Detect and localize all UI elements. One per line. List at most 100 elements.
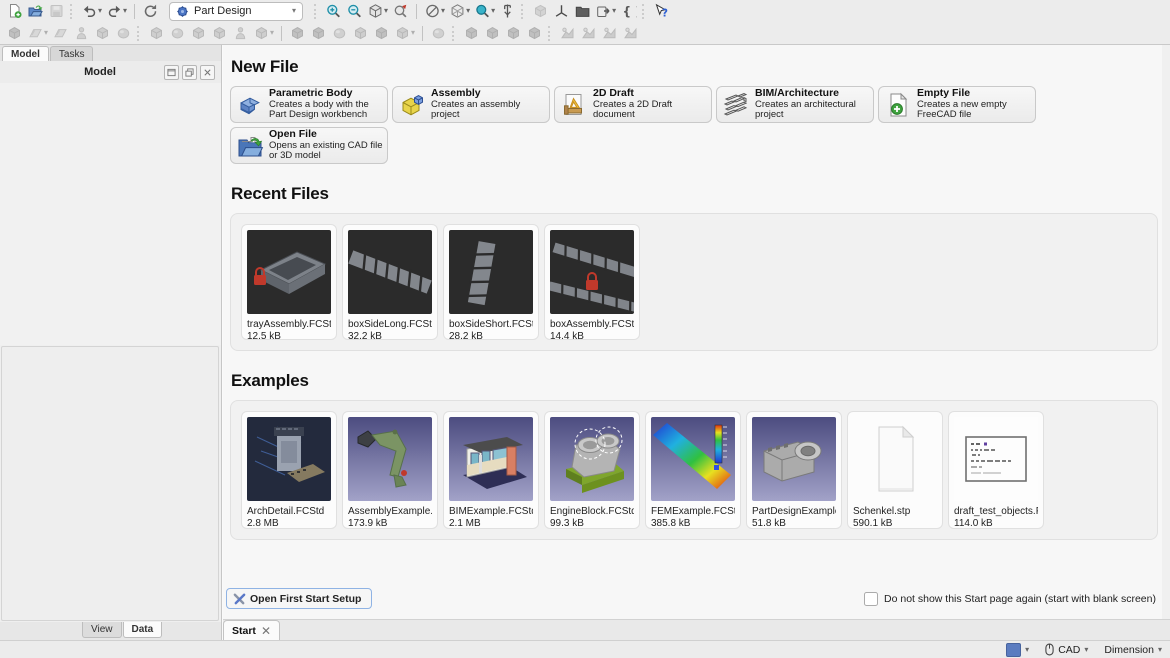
- example-card-assemblyexample[interactable]: AssemblyExample.F... 173.9 kB: [342, 411, 438, 529]
- boolean-icon: [525, 24, 544, 42]
- chamfer-icon: [462, 24, 481, 42]
- hole-icon: [309, 24, 328, 42]
- draft-icon: [483, 24, 502, 42]
- example-card-bimexample[interactable]: BIMExample.FCStd 2.1 MB: [443, 411, 539, 529]
- file-name: boxSideShort.FCStd: [449, 319, 533, 330]
- whats-this-icon[interactable]: ?: [652, 2, 671, 20]
- close-icon[interactable]: ✕: [261, 625, 271, 637]
- hide-start-page-checkbox[interactable]: Do not show this Start page again (start…: [864, 592, 1156, 606]
- new-file-card-description: Creates an assembly project: [431, 100, 545, 121]
- open-file-icon[interactable]: [26, 2, 45, 20]
- toolbar-separator: [416, 4, 417, 19]
- toolbar-separator: [452, 26, 458, 41]
- example-card-schenkel[interactable]: Schenkel.stp 590.1 kB: [847, 411, 943, 529]
- float-icon[interactable]: [182, 65, 197, 80]
- recent-files-section: trayAssembly.FCStd 12.5 kB boxSideLong.F…: [230, 213, 1158, 351]
- file-size: 51.8 kB: [752, 518, 836, 529]
- save-icon: [47, 2, 66, 20]
- toolbar-separator: [548, 26, 554, 41]
- color-scheme-selector[interactable]: ▾: [1006, 643, 1029, 657]
- linear-pattern-icon: [579, 24, 598, 42]
- multitransform-icon: [621, 24, 640, 42]
- export-icon[interactable]: ▾: [594, 2, 617, 20]
- checkbox-label: Do not show this Start page again (start…: [884, 593, 1156, 605]
- recent-file-card-trayassembly[interactable]: trayAssembly.FCStd 12.5 kB: [241, 224, 337, 340]
- file-thumbnail: [550, 230, 634, 314]
- file-name: draft_test_objects.F...: [954, 506, 1038, 517]
- recent-file-card-boxsidelong[interactable]: boxSideLong.FCStd 32.2 kB: [342, 224, 438, 340]
- new-file-card-open-file[interactable]: Open File Opens an existing CAD file or …: [230, 127, 388, 164]
- new-file-card-description: Creates a body with the Part Design work…: [269, 100, 383, 121]
- expression-editor-icon[interactable]: { }: [619, 2, 638, 20]
- main-toolbar: ▾▾ Part Design ▾ ▾▾▾▾▾{ }? ▾▾▾: [0, 0, 1170, 45]
- assembly-icon: [397, 91, 427, 119]
- refresh-icon[interactable]: [141, 2, 160, 20]
- thickness-icon: [504, 24, 523, 42]
- mouse-icon: [1045, 643, 1054, 656]
- file-name: EngineBlock.FCStd: [550, 506, 634, 517]
- new-file-card-parametric-body[interactable]: Parametric Body Creates a body with the …: [230, 86, 388, 123]
- undo-icon[interactable]: ▾: [80, 2, 103, 20]
- new-file-card-bim-architecture[interactable]: BIM/Architecture Creates an architectura…: [716, 86, 874, 123]
- chevron-down-icon: ▾: [123, 7, 127, 15]
- measure-icon[interactable]: [498, 2, 517, 20]
- zoom-in-icon[interactable]: [324, 2, 343, 20]
- file-name: trayAssembly.FCStd: [247, 319, 331, 330]
- axonometric-view-icon[interactable]: ▾: [366, 2, 389, 20]
- example-card-draft-test-objects[interactable]: draft_test_objects.F... 114.0 kB: [948, 411, 1044, 529]
- workbench-selector[interactable]: Part Design ▾: [169, 2, 303, 21]
- zoom-region-icon[interactable]: ▾: [473, 2, 496, 20]
- file-thumbnail: [954, 417, 1038, 501]
- chevron-down-icon: ▾: [270, 29, 274, 37]
- toolbar-separator: [134, 4, 135, 19]
- redo-icon[interactable]: ▾: [105, 2, 128, 20]
- file-size: 173.9 kB: [348, 518, 432, 529]
- combo-view-tabs: Model Tasks: [0, 45, 221, 61]
- file-size: 114.0 kB: [954, 518, 1038, 529]
- zoom-out-icon[interactable]: [345, 2, 364, 20]
- unit-selector[interactable]: Dimension ▾: [1104, 644, 1162, 656]
- draw-style-icon[interactable]: ▾: [423, 2, 446, 20]
- example-card-partdesignexample[interactable]: PartDesignExample.... 51.8 kB: [746, 411, 842, 529]
- panel-title: Model: [6, 66, 164, 78]
- axis-cross-icon[interactable]: [552, 2, 571, 20]
- fit-selection-icon[interactable]: [391, 2, 410, 20]
- checkbox-box[interactable]: [864, 592, 878, 606]
- view-cube-icon[interactable]: ▾: [448, 2, 471, 20]
- example-card-archdetail[interactable]: ArchDetail.FCStd 2.8 MB: [241, 411, 337, 529]
- part-design-workbench-icon: [176, 5, 189, 18]
- example-card-femexample[interactable]: FEMExample.FCStd 385.8 kB: [645, 411, 741, 529]
- close-icon[interactable]: [200, 65, 215, 80]
- tab-start[interactable]: Start ✕: [223, 620, 280, 640]
- folder-icon[interactable]: [573, 2, 592, 20]
- example-card-engineblock[interactable]: EngineBlock.FCStd 99.3 kB: [544, 411, 640, 529]
- open-first-start-setup-button[interactable]: Open First Start Setup: [226, 588, 372, 609]
- chevron-down-icon: ▾: [1158, 646, 1162, 654]
- new-file-card-description: Creates a new empty FreeCAD file: [917, 100, 1031, 121]
- recent-file-card-boxsideshort[interactable]: boxSideShort.FCStd 28.2 kB: [443, 224, 539, 340]
- examples-heading: Examples: [231, 371, 1150, 391]
- create-sketch-icon: ▾: [26, 24, 49, 42]
- tab-data[interactable]: Data: [123, 622, 163, 638]
- new-file-card-2d-draft[interactable]: 2D Draft Creates a 2D Draft document: [554, 86, 712, 123]
- toolbar-row-1: ▾▾ Part Design ▾ ▾▾▾▾▾{ }?: [0, 0, 1170, 22]
- file-thumbnail: [752, 417, 836, 501]
- new-file-card-description: Creates a 2D Draft document: [593, 100, 707, 121]
- recent-file-card-boxassembly[interactable]: boxAssembly.FCStd 14.4 kB: [544, 224, 640, 340]
- tab-view[interactable]: View: [82, 622, 122, 638]
- file-name: boxSideLong.FCStd: [348, 319, 432, 330]
- part-design-toolbar: ▾▾▾: [4, 24, 641, 42]
- empty-file-icon: [883, 91, 913, 119]
- model-tree-area[interactable]: [0, 83, 221, 345]
- navigation-style-selector[interactable]: CAD ▾: [1045, 643, 1088, 656]
- tab-tasks[interactable]: Tasks: [50, 46, 94, 61]
- new-file-card-assembly[interactable]: Assembly Creates an assembly project: [392, 86, 550, 123]
- main-view: New File Parametric Body Creates a body …: [223, 45, 1170, 640]
- additive-pipe-icon: [210, 24, 229, 42]
- new-file-heading: New File: [231, 57, 1150, 77]
- property-editor-area[interactable]: [1, 346, 219, 621]
- dock-icon[interactable]: [164, 65, 179, 80]
- tab-model[interactable]: Model: [2, 46, 49, 61]
- new-file-icon[interactable]: [5, 2, 24, 20]
- new-file-card-empty-file[interactable]: Empty File Creates a new empty FreeCAD f…: [878, 86, 1036, 123]
